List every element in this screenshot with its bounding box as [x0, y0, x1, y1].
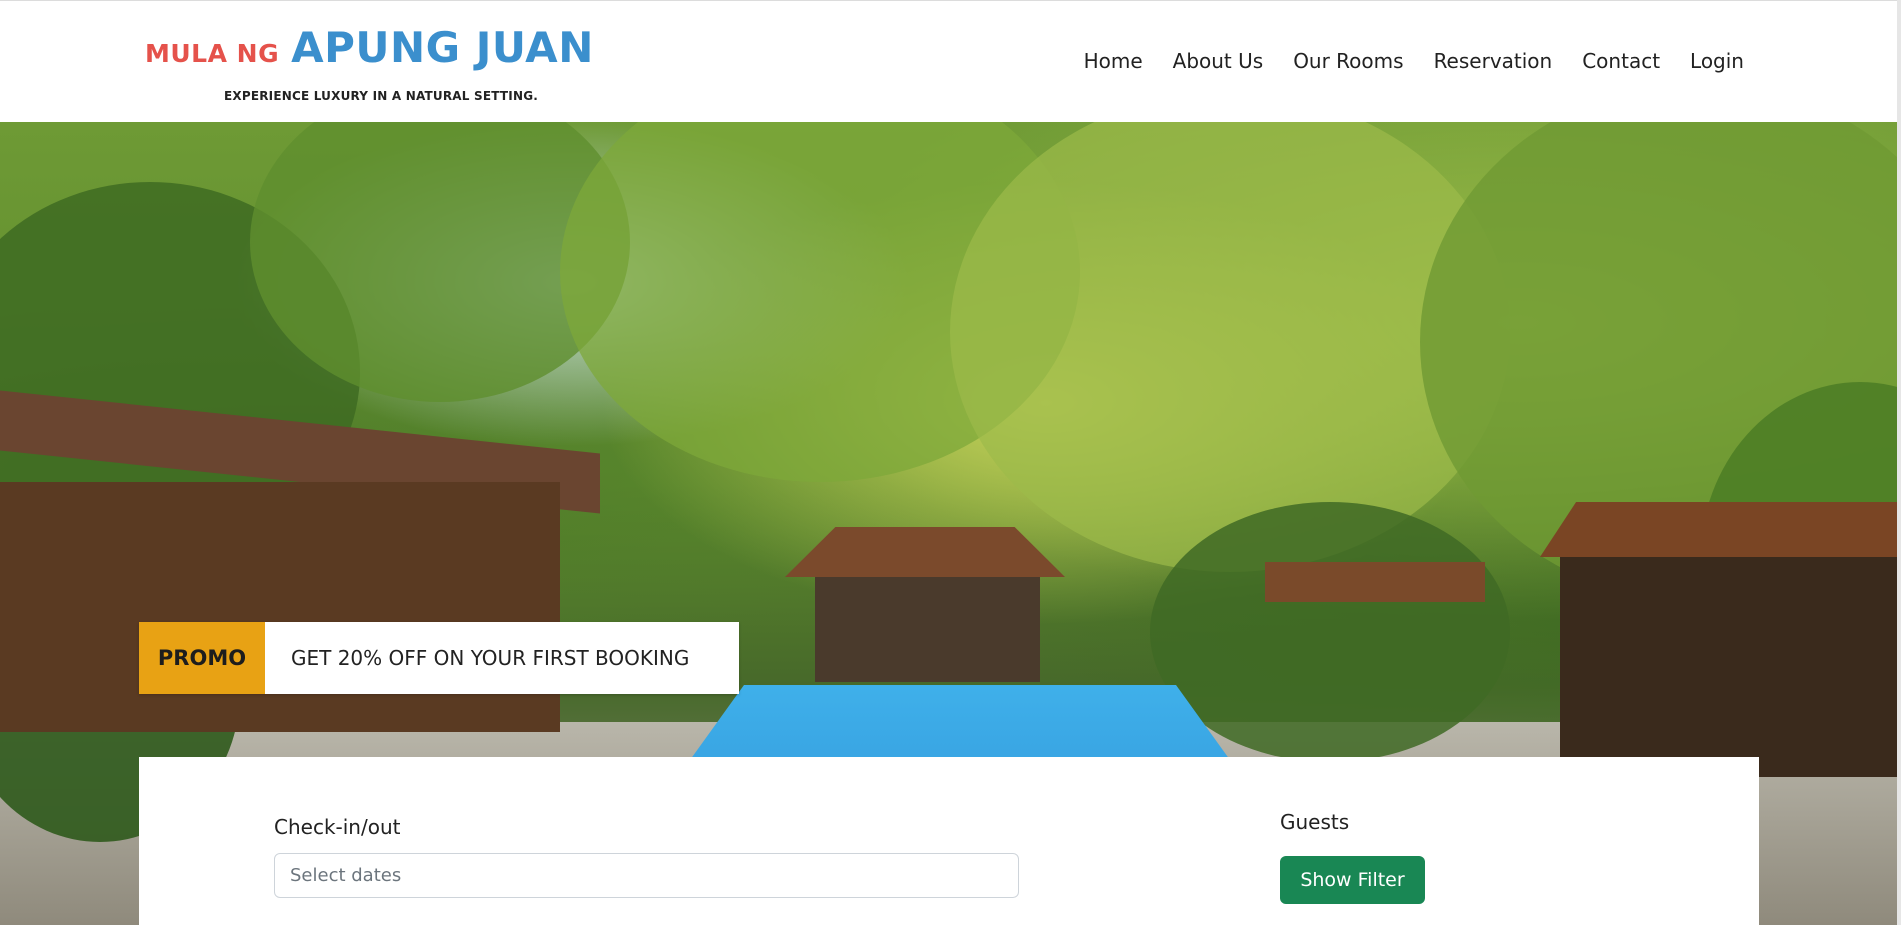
checkin-label: Check-in/out — [274, 815, 401, 839]
booking-panel: Check-in/out Guests Show Filter — [139, 757, 1759, 925]
nav-reservation[interactable]: Reservation — [1434, 49, 1553, 73]
brand-logo[interactable]: MULA NG APUNG JUAN — [145, 23, 594, 72]
brand-name-prefix: MULA NG — [145, 39, 280, 68]
promo-tag: PROMO — [139, 622, 265, 694]
promo-banner: PROMO GET 20% OFF ON YOUR FIRST BOOKING — [139, 622, 739, 694]
nav-our-rooms[interactable]: Our Rooms — [1293, 49, 1403, 73]
gazebo-roof — [785, 527, 1065, 577]
page-scrollbar[interactable] — [1897, 0, 1901, 925]
show-filter-button[interactable]: Show Filter — [1280, 856, 1425, 904]
brand-name-main: APUNG JUAN — [291, 23, 594, 72]
nav-home[interactable]: Home — [1084, 49, 1143, 73]
nav-about-us[interactable]: About Us — [1173, 49, 1264, 73]
guests-label: Guests — [1280, 810, 1350, 834]
brand-tagline: EXPERIENCE LUXURY IN A NATURAL SETTING. — [224, 89, 539, 103]
date-range-input[interactable] — [274, 853, 1019, 898]
main-nav: Home About Us Our Rooms Reservation Cont… — [1084, 49, 1744, 73]
nav-contact[interactable]: Contact — [1582, 49, 1660, 73]
site-header: MULA NG APUNG JUAN EXPERIENCE LUXURY IN … — [0, 0, 1901, 122]
promo-text: GET 20% OFF ON YOUR FIRST BOOKING — [265, 622, 739, 694]
nav-login[interactable]: Login — [1690, 49, 1744, 73]
